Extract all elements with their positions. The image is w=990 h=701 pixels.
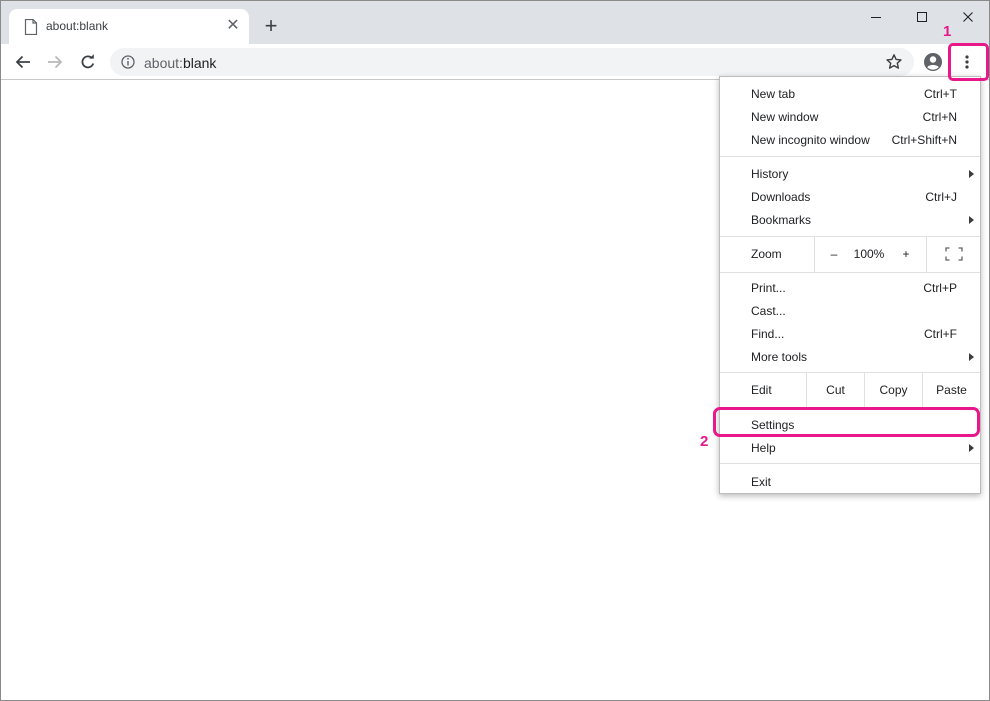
- menu-item-history[interactable]: History: [720, 162, 980, 185]
- menu-item-label: Cast...: [751, 304, 786, 318]
- reload-icon[interactable]: [76, 50, 100, 74]
- highlight-menu-button: [948, 43, 989, 81]
- plus-icon[interactable]: +: [259, 14, 283, 38]
- menu-divider: [720, 272, 980, 273]
- back-arrow-icon[interactable]: [11, 50, 35, 74]
- tab-strip: about:blank ✕ +: [1, 1, 989, 44]
- tab-title: about:blank: [46, 19, 109, 33]
- menu-item-label: History: [751, 167, 789, 181]
- address-bar[interactable]: about:blank: [110, 48, 914, 76]
- tab-about-blank[interactable]: about:blank ✕: [9, 9, 249, 44]
- zoom-row: Zoom – 100% +: [720, 236, 980, 272]
- menu-item-new-window[interactable]: New window Ctrl+N: [720, 105, 980, 128]
- submenu-arrow-icon: [969, 170, 974, 178]
- url-text[interactable]: about:blank: [144, 55, 216, 71]
- menu-item-new-incognito-window[interactable]: New incognito window Ctrl+Shift+N: [720, 128, 980, 151]
- zoom-out-button[interactable]: –: [820, 236, 848, 272]
- menu-divider: [814, 236, 815, 272]
- menu-item-label: Exit: [751, 475, 772, 489]
- menu-item-shortcut: Ctrl+N: [922, 110, 957, 124]
- forward-arrow-icon[interactable]: [43, 50, 67, 74]
- menu-item-label: New window: [751, 110, 819, 124]
- submenu-arrow-icon: [969, 444, 974, 452]
- star-icon[interactable]: [885, 53, 903, 71]
- window-close-icon[interactable]: [945, 5, 989, 29]
- menu-divider: [926, 236, 927, 272]
- submenu-arrow-icon: [969, 216, 974, 224]
- menu-item-label: More tools: [751, 350, 808, 364]
- maximize-icon[interactable]: [899, 5, 945, 29]
- url-scheme: about:: [144, 55, 183, 71]
- menu-divider: [720, 156, 980, 157]
- fullscreen-icon[interactable]: [938, 236, 970, 272]
- menu-item-shortcut: Ctrl+J: [925, 190, 957, 204]
- menu-item-label: Print...: [751, 281, 786, 295]
- copy-button[interactable]: Copy: [865, 372, 922, 408]
- menu-item-shortcut: Ctrl+F: [924, 327, 957, 341]
- menu-item-shortcut: Ctrl+Shift+N: [891, 133, 957, 147]
- annotation-step-2: 2: [700, 433, 709, 450]
- menu-item-find[interactable]: Find... Ctrl+F: [720, 322, 980, 345]
- menu-item-label: Downloads: [751, 190, 811, 204]
- page-icon: [24, 19, 38, 35]
- annotation-step-1: 1: [943, 23, 952, 40]
- toolbar: about:blank: [1, 44, 989, 80]
- menu-divider: [720, 463, 980, 464]
- url-path: blank: [182, 55, 217, 71]
- cut-button[interactable]: Cut: [807, 372, 864, 408]
- minimize-icon[interactable]: [853, 5, 899, 29]
- menu-item-cast[interactable]: Cast...: [720, 299, 980, 322]
- menu-item-shortcut: Ctrl+P: [923, 281, 957, 295]
- menu-item-bookmarks[interactable]: Bookmarks: [720, 208, 980, 231]
- menu-item-label: Help: [751, 441, 776, 455]
- menu-item-exit[interactable]: Exit: [720, 470, 980, 493]
- menu-item-print[interactable]: Print... Ctrl+P: [720, 276, 980, 299]
- edit-row: Edit Cut Copy Paste: [720, 372, 980, 408]
- zoom-in-button[interactable]: +: [892, 236, 920, 272]
- info-icon[interactable]: [121, 55, 135, 69]
- zoom-level: 100%: [853, 247, 885, 261]
- highlight-settings: [713, 407, 980, 437]
- profile-icon[interactable]: [923, 52, 943, 72]
- zoom-label: Zoom: [751, 247, 782, 261]
- menu-item-label: New incognito window: [751, 133, 870, 147]
- edit-label: Edit: [751, 383, 772, 397]
- submenu-arrow-icon: [969, 353, 974, 361]
- close-icon[interactable]: ✕: [225, 18, 241, 34]
- browser-window: about:blank ✕ + about:blank New tab Ctrl…: [0, 0, 990, 701]
- menu-item-label: Bookmarks: [751, 213, 812, 227]
- menu-item-label: New tab: [751, 87, 796, 101]
- menu-item-more-tools[interactable]: More tools: [720, 345, 980, 368]
- menu-item-help[interactable]: Help: [720, 436, 980, 459]
- menu-item-label: Find...: [751, 327, 785, 341]
- menu-item-new-tab[interactable]: New tab Ctrl+T: [720, 82, 980, 105]
- paste-button[interactable]: Paste: [923, 372, 980, 408]
- menu-item-shortcut: Ctrl+T: [924, 87, 957, 101]
- menu-item-downloads[interactable]: Downloads Ctrl+J: [720, 185, 980, 208]
